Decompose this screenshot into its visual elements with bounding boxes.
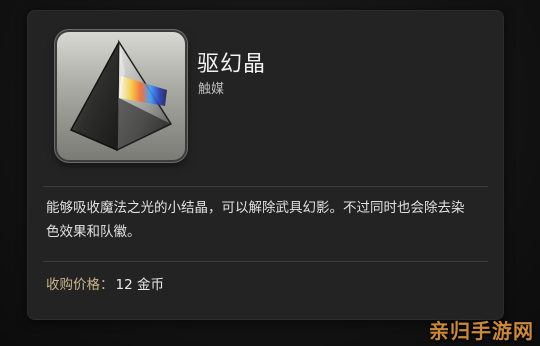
divider: [43, 186, 488, 187]
item-type: 触媒: [198, 82, 225, 97]
price-value: 12 金币: [115, 277, 164, 293]
description-line: 能够吸收魔法之光的小结晶，可以解除武具幻影。不过同时也会除去染: [46, 200, 465, 216]
divider: [43, 261, 488, 262]
game-screen: 驱幻晶 触媒 能够吸收魔法之光的小结晶，可以解除武具幻影。不过同时也会除去染 色…: [0, 0, 540, 346]
price-label: 收购价格：: [46, 277, 114, 293]
description-line: 色效果和队徽。: [46, 224, 141, 240]
sell-price-row: 收购价格： 12 金币: [46, 273, 164, 293]
item-description: 能够吸收魔法之光的小结晶，可以解除武具幻影。不过同时也会除去染 色效果和队徽。: [46, 196, 486, 244]
item-name: 驱幻晶: [197, 52, 267, 77]
prism-crystal-icon: [69, 39, 173, 152]
site-watermark: 亲归手游网: [429, 319, 534, 343]
item-tooltip: 驱幻晶 触媒 能够吸收魔法之光的小结晶，可以解除武具幻影。不过同时也会除去染 色…: [27, 10, 504, 320]
item-icon-frame: [57, 32, 185, 160]
